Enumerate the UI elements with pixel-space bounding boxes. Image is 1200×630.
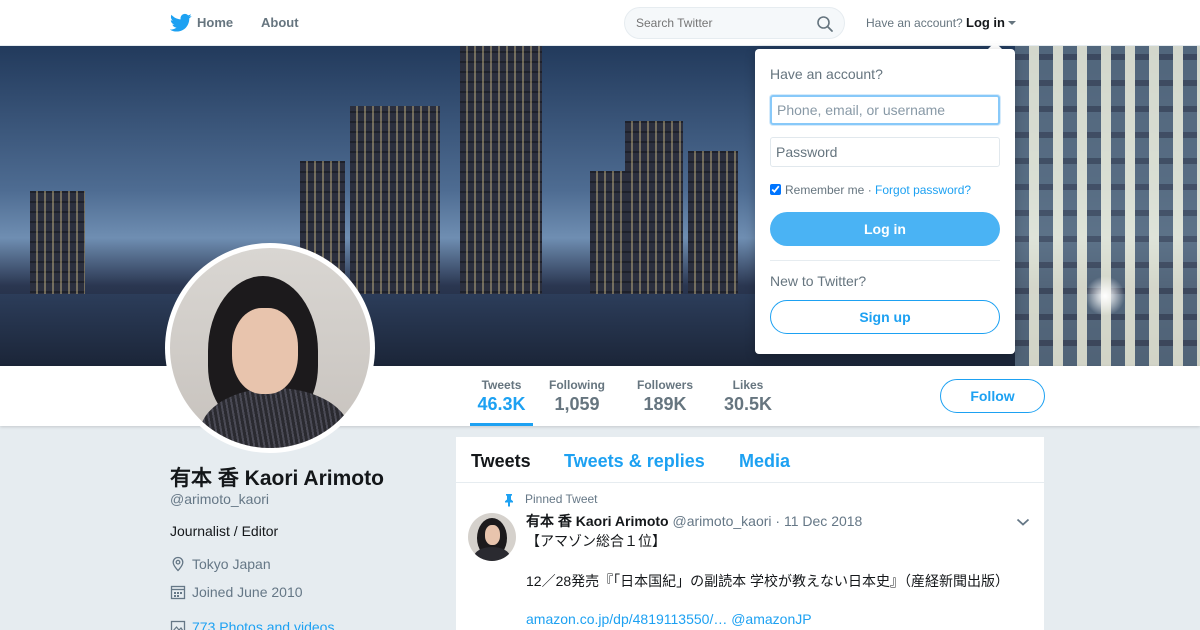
forgot-password-link[interactable]: Forgot password? <box>875 183 971 197</box>
timeline-tabs: Tweets Tweets & replies Media <box>456 437 1044 483</box>
tweet-separator: · <box>775 513 781 529</box>
search-input[interactable] <box>636 16 806 30</box>
chevron-down-icon[interactable] <box>1016 517 1030 527</box>
login-dropdown-title: Have an account? <box>770 66 883 82</box>
pinned-tweet-label: Pinned Tweet <box>525 492 598 506</box>
stat-following-label: Following <box>549 378 605 392</box>
signup-button[interactable]: Sign up <box>770 300 1000 334</box>
profile-avatar[interactable] <box>165 243 375 453</box>
stat-likes-value: 30.5K <box>724 394 773 414</box>
stat-likes[interactable]: Likes 30.5K <box>724 378 772 415</box>
nav-login-toggle[interactable]: Log in <box>966 15 1016 30</box>
banner-light-glare <box>1085 276 1125 316</box>
profile-joined-text: Joined June 2010 <box>192 584 303 600</box>
dropdown-divider <box>770 260 1000 261</box>
banner-building <box>30 191 85 301</box>
photo-icon <box>170 620 186 630</box>
login-dropdown: Have an account? Remember me · Forgot pa… <box>755 49 1015 354</box>
nav-login-label: Log in <box>966 15 1005 30</box>
top-nav: Home About Have an account? Log in <box>0 0 1200 46</box>
profile-bio: Journalist / Editor <box>170 523 279 539</box>
tweet-text-line: 12／28発売『「日本国紀」の副読本 学校が教えない日本史』（産経新聞出版） <box>526 573 1010 589</box>
remember-me-checkbox[interactable] <box>770 184 781 195</box>
profile-photos-text[interactable]: 773 Photos and videos <box>192 619 334 630</box>
banner-building <box>460 46 542 301</box>
tweet-date[interactable]: 11 Dec 2018 <box>784 513 862 529</box>
tweet-author-handle[interactable]: @arimoto_kaori <box>673 513 772 529</box>
caret-down-icon <box>1008 21 1016 25</box>
search-icon[interactable] <box>816 15 834 33</box>
have-account-text: Have an account? <box>866 16 963 30</box>
stat-likes-label: Likes <box>732 378 764 392</box>
twitter-bird-icon[interactable] <box>170 13 192 33</box>
location-pin-icon <box>172 556 184 572</box>
profile-photos-link[interactable]: 773 Photos and videos <box>170 619 334 630</box>
profile-name[interactable]: 有本 香 Kaori Arimoto <box>170 462 384 492</box>
stat-followers[interactable]: Followers 189K <box>636 378 694 415</box>
banner-building <box>688 151 738 301</box>
profile-location-text: Tokyo Japan <box>192 556 271 572</box>
remember-me: Remember me · Forgot password? <box>770 183 971 197</box>
banner-building <box>625 121 683 301</box>
calendar-icon <box>170 585 186 600</box>
stat-following[interactable]: Following 1,059 <box>548 378 606 415</box>
remember-separator: · <box>867 183 872 197</box>
profile-handle[interactable]: @arimoto_kaori <box>170 491 269 507</box>
avatar-image <box>170 248 370 448</box>
pin-icon <box>505 494 513 507</box>
username-field[interactable] <box>770 95 1000 125</box>
stat-followers-label: Followers <box>636 378 693 392</box>
tweet-text-line: 【アマゾン総合１位】 <box>526 533 666 549</box>
timeline: Tweets Tweets & replies Media Pinned Twe… <box>456 437 1044 630</box>
nav-home-link[interactable]: Home <box>197 15 233 30</box>
tweet-link[interactable]: amazon.co.jp/dp/4819113550/… @amazonJP <box>526 611 812 627</box>
banner-building-right <box>1015 46 1200 366</box>
tab-tweets-replies[interactable]: Tweets & replies <box>564 451 705 472</box>
profile-joined: Joined June 2010 <box>170 584 303 600</box>
follow-button[interactable]: Follow <box>940 379 1045 413</box>
remember-me-label[interactable]: Remember me <box>785 183 864 197</box>
tweet-avatar[interactable] <box>468 513 516 561</box>
stat-tweets[interactable]: Tweets 46.3K <box>470 378 533 426</box>
tweet-author-name[interactable]: 有本 香 Kaori Arimoto <box>526 513 669 529</box>
tab-tweets[interactable]: Tweets <box>471 451 531 472</box>
tab-media[interactable]: Media <box>739 451 790 472</box>
tweet-header: 有本 香 Kaori Arimoto @arimoto_kaori · 11 D… <box>526 511 862 531</box>
banner-building <box>350 106 440 301</box>
profile-location: Tokyo Japan <box>170 556 271 572</box>
login-button[interactable]: Log in <box>770 212 1000 246</box>
password-field[interactable] <box>770 137 1000 167</box>
stat-following-value: 1,059 <box>554 394 600 414</box>
stat-tweets-label: Tweets <box>481 378 522 392</box>
nav-about-link[interactable]: About <box>261 15 299 30</box>
search-box[interactable] <box>624 7 845 39</box>
new-to-twitter-text: New to Twitter? <box>770 273 867 289</box>
stat-tweets-value: 46.3K <box>477 394 526 414</box>
stat-followers-value: 189K <box>643 394 687 414</box>
